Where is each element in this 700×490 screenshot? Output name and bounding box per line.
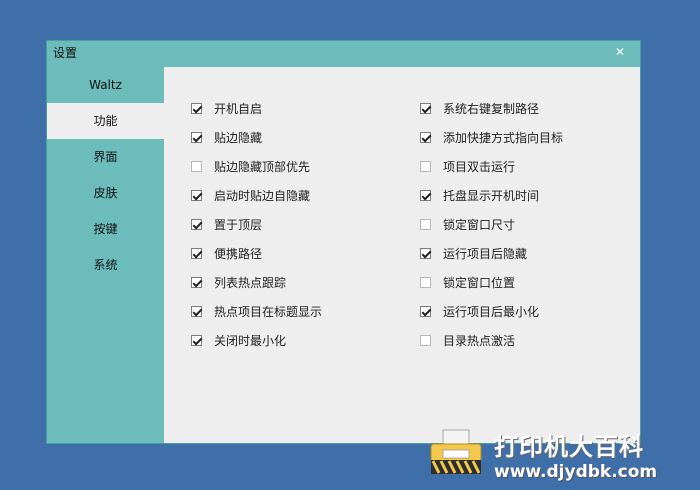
option-row[interactable]: 启动时贴边自隐藏 xyxy=(191,181,322,210)
option-row[interactable]: 贴边隐藏 xyxy=(191,123,322,152)
title-bar: 设置 ✕ xyxy=(47,41,640,63)
option-label: 启动时贴边自隐藏 xyxy=(214,189,311,203)
option-checkbox[interactable] xyxy=(420,306,431,317)
option-label: 列表热点跟踪 xyxy=(214,276,287,290)
option-checkbox[interactable] xyxy=(191,306,202,317)
option-checkbox[interactable] xyxy=(420,277,431,288)
option-row[interactable]: 贴边隐藏顶部优先 xyxy=(191,152,322,181)
option-checkbox[interactable] xyxy=(191,103,202,114)
option-label: 项目双击运行 xyxy=(443,160,516,174)
option-label: 开机自启 xyxy=(214,102,263,116)
option-label: 运行项目后最小化 xyxy=(443,305,540,319)
option-label: 运行项目后隐藏 xyxy=(443,247,528,261)
sidebar-item-label: 界面 xyxy=(93,150,118,164)
option-label: 便携路径 xyxy=(214,247,263,261)
option-checkbox[interactable] xyxy=(420,248,431,259)
sidebar-item-label: 皮肤 xyxy=(93,186,118,200)
option-checkbox[interactable] xyxy=(191,277,202,288)
options-left-column: 开机自启贴边隐藏贴边隐藏顶部优先 启动时贴边自隐藏 置于顶层便携路径列表热点跟踪热点… xyxy=(191,94,322,355)
option-checkbox[interactable] xyxy=(191,335,202,346)
option-checkbox[interactable] xyxy=(420,132,431,143)
option-checkbox[interactable] xyxy=(191,190,202,201)
watermark-title: 打印机大百科 xyxy=(494,433,644,461)
option-checkbox[interactable] xyxy=(420,335,431,346)
option-checkbox[interactable] xyxy=(191,161,202,172)
sidebar-item-system[interactable]: 系统 xyxy=(47,247,164,283)
option-row[interactable]: 开机自启 xyxy=(191,94,322,123)
option-checkbox[interactable] xyxy=(420,219,431,230)
option-label: 托盘显示开机时间 xyxy=(443,189,540,203)
option-label: 贴边隐藏顶部优先 xyxy=(214,160,311,174)
option-checkbox[interactable] xyxy=(420,161,431,172)
sidebar-item-interface[interactable]: 界面 xyxy=(47,139,164,175)
printer-icon xyxy=(430,429,482,474)
sidebar-item-features[interactable]: 功能 xyxy=(47,103,164,139)
option-row[interactable]: 运行项目后隐藏 xyxy=(420,239,563,268)
option-label: 关闭时最小化 xyxy=(214,334,287,348)
option-row[interactable]: 便携路径 xyxy=(191,239,322,268)
sidebar-item-label: Waltz xyxy=(89,78,122,92)
option-row[interactable]: 关闭时最小化 xyxy=(191,326,322,355)
option-row[interactable]: 列表热点跟踪 xyxy=(191,268,322,297)
option-label: 锁定窗口尺寸 xyxy=(443,218,516,232)
option-row[interactable]: 添加快捷方式指向目标 xyxy=(420,123,563,152)
sidebar-item-skin[interactable]: 皮肤 xyxy=(47,175,164,211)
option-label: 系统右键复制路径 xyxy=(443,102,540,116)
watermark-url: www.djydbk.com xyxy=(494,462,658,482)
option-label: 添加快捷方式指向目标 xyxy=(443,131,564,145)
option-label: 目录热点激活 xyxy=(443,334,516,348)
option-checkbox[interactable] xyxy=(420,103,431,114)
sidebar-item-label: 按键 xyxy=(93,222,118,236)
options-right-column: 系统右键复制路径 添加快捷方式指向目标 项目双击运行 托盘显示开机时间 锁定窗口尺寸 运行… xyxy=(420,94,563,355)
option-row[interactable]: 置于顶层 xyxy=(191,210,322,239)
option-label: 热点项目在标题显示 xyxy=(214,305,323,319)
window-title: 设置 xyxy=(53,46,78,60)
option-label: 置于顶层 xyxy=(214,218,263,232)
option-checkbox[interactable] xyxy=(191,132,202,143)
option-row[interactable]: 托盘显示开机时间 xyxy=(420,181,563,210)
settings-window: 设置 ✕ Waltz 功能 界面 皮肤 按键 系统 开机自启贴边隐藏贴边隐藏顶部… xyxy=(47,41,640,443)
option-row[interactable]: 系统右键复制路径 xyxy=(420,94,563,123)
option-label: 锁定窗口位置 xyxy=(443,276,516,290)
option-row[interactable]: 锁定窗口尺寸 xyxy=(420,210,563,239)
sidebar: Waltz 功能 界面 皮肤 按键 系统 xyxy=(47,67,164,443)
sidebar-item-waltz[interactable]: Waltz xyxy=(47,67,164,103)
option-row[interactable]: 项目双击运行 xyxy=(420,152,563,181)
sidebar-item-label: 功能 xyxy=(93,114,118,128)
options-panel: 开机自启贴边隐藏贴边隐藏顶部优先 启动时贴边自隐藏 置于顶层便携路径列表热点跟踪热点… xyxy=(164,67,640,443)
close-icon: ✕ xyxy=(614,45,626,59)
option-checkbox[interactable] xyxy=(191,219,202,230)
option-row[interactable]: 运行项目后最小化 xyxy=(420,297,563,326)
option-row[interactable]: 热点项目在标题显示 xyxy=(191,297,322,326)
option-checkbox[interactable] xyxy=(420,190,431,201)
sidebar-item-keys[interactable]: 按键 xyxy=(47,211,164,247)
option-checkbox[interactable] xyxy=(191,248,202,259)
option-row[interactable]: 锁定窗口位置 xyxy=(420,268,563,297)
sidebar-item-label: 系统 xyxy=(93,258,118,272)
option-row[interactable]: 目录热点激活 xyxy=(420,326,563,355)
close-button[interactable]: ✕ xyxy=(606,43,634,61)
option-label: 贴边隐藏 xyxy=(214,131,263,145)
